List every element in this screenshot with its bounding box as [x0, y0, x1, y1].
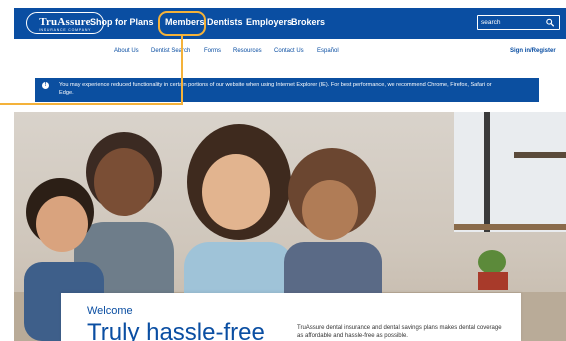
- subnav-about-us[interactable]: About Us: [114, 48, 139, 54]
- sign-in-register-link[interactable]: Sign in/Register: [510, 48, 556, 54]
- welcome-headline: Truly hassle-free: [87, 319, 265, 341]
- info-icon: !: [42, 82, 49, 89]
- subnav-espanol[interactable]: Español: [317, 48, 339, 54]
- alert-message: You may experience reduced functionality…: [59, 82, 492, 96]
- subnav-resources[interactable]: Resources: [233, 48, 262, 54]
- subnav-dentist-search[interactable]: Dentist Search: [151, 48, 190, 54]
- nav-shop-for-plans[interactable]: Shop for Plans: [90, 17, 154, 27]
- top-navigation-bar: TruAssure INSURANCE COMPANY Shop for Pla…: [14, 8, 566, 39]
- subnav-forms[interactable]: Forms: [204, 48, 221, 54]
- subnav-contact-us[interactable]: Contact Us: [274, 48, 304, 54]
- welcome-card: Welcome Truly hassle-free TruAssure dent…: [61, 293, 521, 341]
- nav-dentists[interactable]: Dentists: [207, 17, 243, 27]
- search-icon[interactable]: [546, 18, 554, 27]
- logo-tagline: INSURANCE COMPANY: [38, 28, 92, 32]
- welcome-label: Welcome: [87, 305, 133, 317]
- browser-alert-banner: ! You may experience reduced functionali…: [35, 78, 539, 102]
- nav-employers[interactable]: Employers: [246, 17, 292, 27]
- nav-brokers[interactable]: Brokers: [291, 17, 325, 27]
- search-box: [477, 15, 560, 30]
- members-highlight-outline: [158, 11, 206, 36]
- search-input[interactable]: [481, 17, 543, 28]
- welcome-blurb: TruAssure dental insurance and dental sa…: [297, 325, 502, 339]
